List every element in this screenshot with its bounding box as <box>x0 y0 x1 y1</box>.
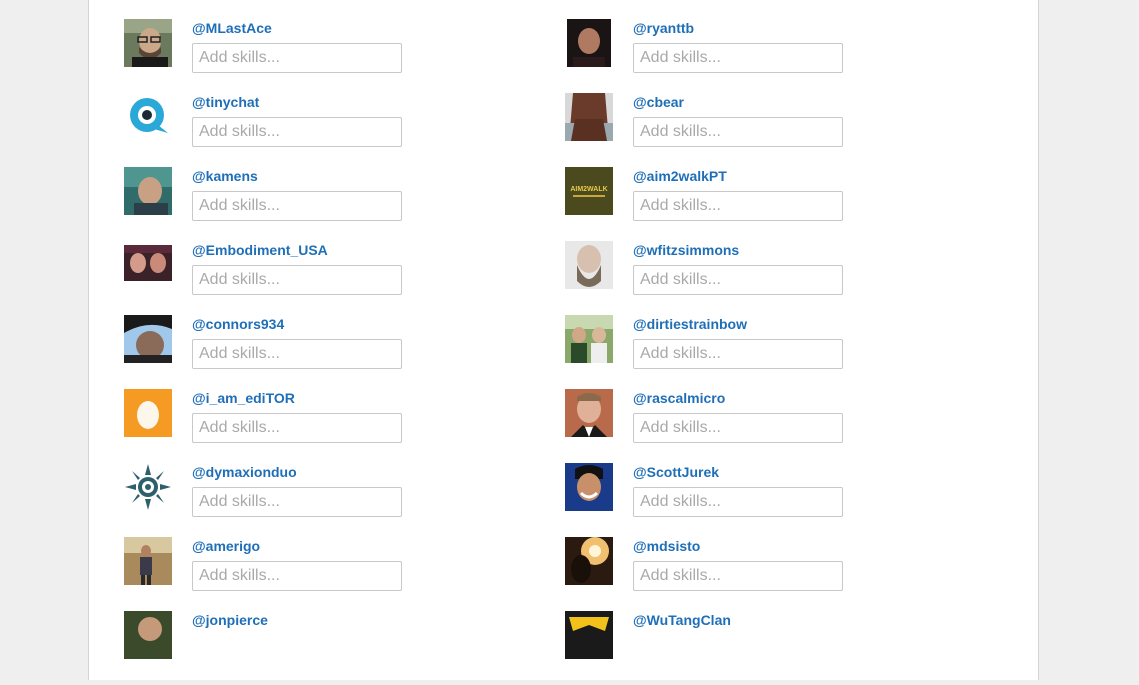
skills-input[interactable] <box>192 339 402 369</box>
user-handle-link[interactable]: @Embodiment_USA <box>192 242 328 258</box>
skills-input[interactable] <box>633 487 843 517</box>
skills-input[interactable] <box>192 561 402 591</box>
user-handle-link[interactable]: @dymaxionduo <box>192 464 297 480</box>
user-handle-link[interactable]: @MLastAce <box>192 20 272 36</box>
avatar[interactable] <box>124 93 172 141</box>
avatar[interactable] <box>124 19 172 67</box>
user-handle-link[interactable]: @amerigo <box>192 538 260 554</box>
avatar[interactable] <box>565 19 613 67</box>
wu-tang-logo-icon[interactable] <box>565 611 613 659</box>
avatar[interactable] <box>565 241 613 289</box>
default-egg-avatar-icon[interactable] <box>124 389 172 437</box>
list-item: AIM2WALK @aim2walkPT <box>565 167 865 241</box>
skills-input[interactable] <box>633 191 843 221</box>
list-item: @ScottJurek <box>565 463 865 537</box>
user-handle-link[interactable]: @rascalmicro <box>633 390 725 406</box>
user-handle-link[interactable]: @wfitzsimmons <box>633 242 739 258</box>
skills-input[interactable] <box>633 413 843 443</box>
skills-input[interactable] <box>633 265 843 295</box>
skills-input[interactable] <box>633 43 843 73</box>
user-handle-link[interactable]: @mdsisto <box>633 538 700 554</box>
skills-input[interactable] <box>633 561 843 591</box>
avatar[interactable] <box>565 315 613 363</box>
skills-input[interactable] <box>192 265 402 295</box>
skills-input[interactable] <box>633 117 843 147</box>
skills-input[interactable] <box>192 191 402 221</box>
avatar[interactable] <box>124 167 172 215</box>
user-handle-link[interactable]: @aim2walkPT <box>633 168 727 184</box>
user-handle-link[interactable]: @dirtiestrainbow <box>633 316 747 332</box>
skills-input[interactable] <box>192 413 402 443</box>
avatar[interactable] <box>124 537 172 585</box>
user-handle-link[interactable]: @ryanttb <box>633 20 694 36</box>
user-handle-link[interactable]: @kamens <box>192 168 258 184</box>
list-item: @cbear <box>565 93 865 167</box>
list-item: @rascalmicro <box>565 389 865 463</box>
list-item: @WuTangClan <box>565 611 865 685</box>
avatar[interactable] <box>565 389 613 437</box>
list-item: @dymaxionduo <box>124 463 424 537</box>
avatar[interactable] <box>565 93 613 141</box>
aim2walk-logo-icon[interactable]: AIM2WALK <box>565 167 613 215</box>
list-item: @i_am_ediTOR <box>124 389 424 463</box>
list-item: @connors934 <box>124 315 424 389</box>
list-item: @tinychat <box>124 93 424 167</box>
list-item: @jonpierce <box>124 611 424 685</box>
user-handle-link[interactable]: @cbear <box>633 94 684 110</box>
skills-input[interactable] <box>633 339 843 369</box>
user-handle-link[interactable]: @WuTangClan <box>633 612 731 628</box>
user-handle-link[interactable]: @connors934 <box>192 316 284 332</box>
sun-emblem-icon[interactable] <box>124 463 172 511</box>
avatar[interactable] <box>565 537 613 585</box>
avatar[interactable] <box>124 241 172 289</box>
avatar[interactable] <box>124 611 172 659</box>
user-handle-link[interactable]: @i_am_ediTOR <box>192 390 295 406</box>
list-item: @wfitzsimmons <box>565 241 865 315</box>
aim2walk-logo-text: AIM2WALK <box>570 186 607 193</box>
user-handle-link[interactable]: @jonpierce <box>192 612 268 628</box>
avatar[interactable] <box>565 463 613 511</box>
user-handle-link[interactable]: @tinychat <box>192 94 259 110</box>
list-item: @amerigo <box>124 537 424 611</box>
list-item: @kamens <box>124 167 424 241</box>
list-item: @ryanttb <box>565 19 865 93</box>
skills-input[interactable] <box>192 487 402 517</box>
skills-input[interactable] <box>192 117 402 147</box>
list-item: @Embodiment_USA <box>124 241 424 315</box>
user-handle-link[interactable]: @ScottJurek <box>633 464 719 480</box>
list-item: @dirtiestrainbow <box>565 315 865 389</box>
list-item: @MLastAce <box>124 19 424 93</box>
avatar[interactable] <box>124 315 172 363</box>
skills-input[interactable] <box>192 43 402 73</box>
list-item: @mdsisto <box>565 537 865 611</box>
